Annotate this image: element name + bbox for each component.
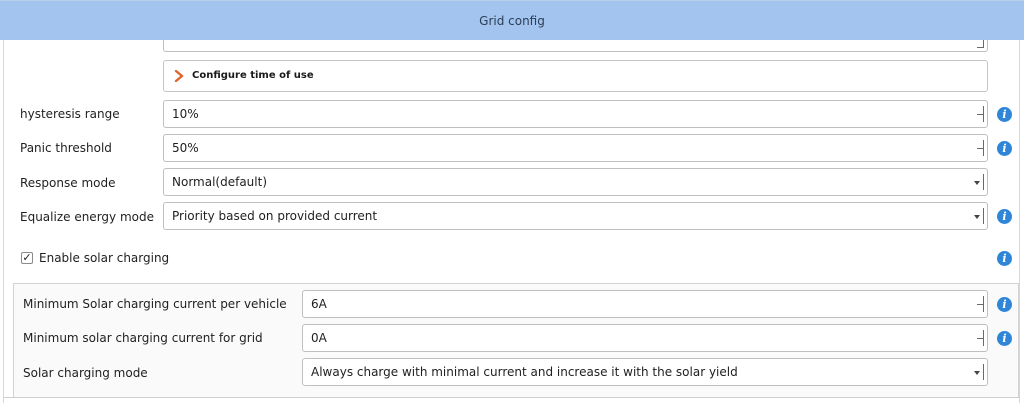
info-icon[interactable]: i — [997, 209, 1012, 224]
panel-bottom-border — [4, 397, 1020, 398]
spin-handle[interactable] — [976, 106, 984, 122]
min-solar-current-grid-spinbox[interactable]: 0A — [302, 324, 988, 352]
equalize-energy-mode-select[interactable]: Priority based on provided current — [163, 202, 988, 230]
chevron-down-icon[interactable] — [974, 208, 984, 224]
equalize-energy-mode-value: Priority based on provided current — [172, 209, 378, 223]
response-mode-label: Response mode — [20, 176, 116, 190]
hysteresis-range-spinbox[interactable]: 10% — [163, 100, 988, 128]
scrolled-field-top[interactable] — [163, 40, 988, 52]
min-solar-current-vehicle-label: Minimum Solar charging current per vehic… — [23, 297, 287, 311]
response-mode-select[interactable]: Normal(default) — [163, 168, 988, 196]
chevron-down-icon[interactable] — [974, 364, 984, 380]
min-solar-current-vehicle-value: 6A — [311, 297, 327, 311]
spin-handle[interactable] — [976, 330, 984, 346]
enable-solar-charging-label[interactable]: Enable solar charging — [39, 251, 169, 265]
time-of-use-expander[interactable]: Configure time of use — [163, 60, 988, 92]
solar-charging-mode-value: Always charge with minimal current and i… — [311, 365, 738, 379]
solar-charging-mode-select[interactable]: Always charge with minimal current and i… — [302, 358, 988, 386]
checkmark-icon: ✓ — [22, 251, 32, 264]
info-icon[interactable]: i — [997, 107, 1012, 122]
window-titlebar: Grid config — [0, 0, 1024, 40]
panic-threshold-value: 50% — [172, 141, 199, 155]
info-icon[interactable]: i — [997, 297, 1012, 312]
time-of-use-label: Configure time of use — [192, 70, 314, 81]
hysteresis-range-label: hysteresis range — [20, 107, 120, 121]
panic-threshold-label: Panic threshold — [20, 141, 112, 155]
min-solar-current-grid-value: 0A — [311, 331, 327, 345]
hysteresis-range-value: 10% — [172, 107, 199, 121]
chevron-down-icon[interactable] — [974, 174, 984, 190]
spin-handle[interactable] — [976, 140, 984, 156]
chevron-right-icon — [174, 70, 184, 82]
response-mode-value: Normal(default) — [172, 175, 268, 189]
equalize-energy-mode-label: Equalize energy mode — [20, 210, 154, 224]
enable-solar-charging-checkbox[interactable]: ✓ — [21, 252, 33, 264]
panic-threshold-spinbox[interactable]: 50% — [163, 134, 988, 162]
min-solar-current-vehicle-spinbox[interactable]: 6A — [302, 290, 988, 318]
solar-charging-mode-label: Solar charging mode — [23, 366, 148, 380]
min-solar-current-grid-label: Minimum solar charging current for grid — [23, 331, 263, 345]
info-icon[interactable]: i — [997, 251, 1012, 266]
info-icon[interactable]: i — [997, 331, 1012, 346]
info-icon[interactable]: i — [997, 141, 1012, 156]
window-title: Grid config — [479, 13, 545, 28]
spin-handle[interactable] — [976, 296, 984, 312]
